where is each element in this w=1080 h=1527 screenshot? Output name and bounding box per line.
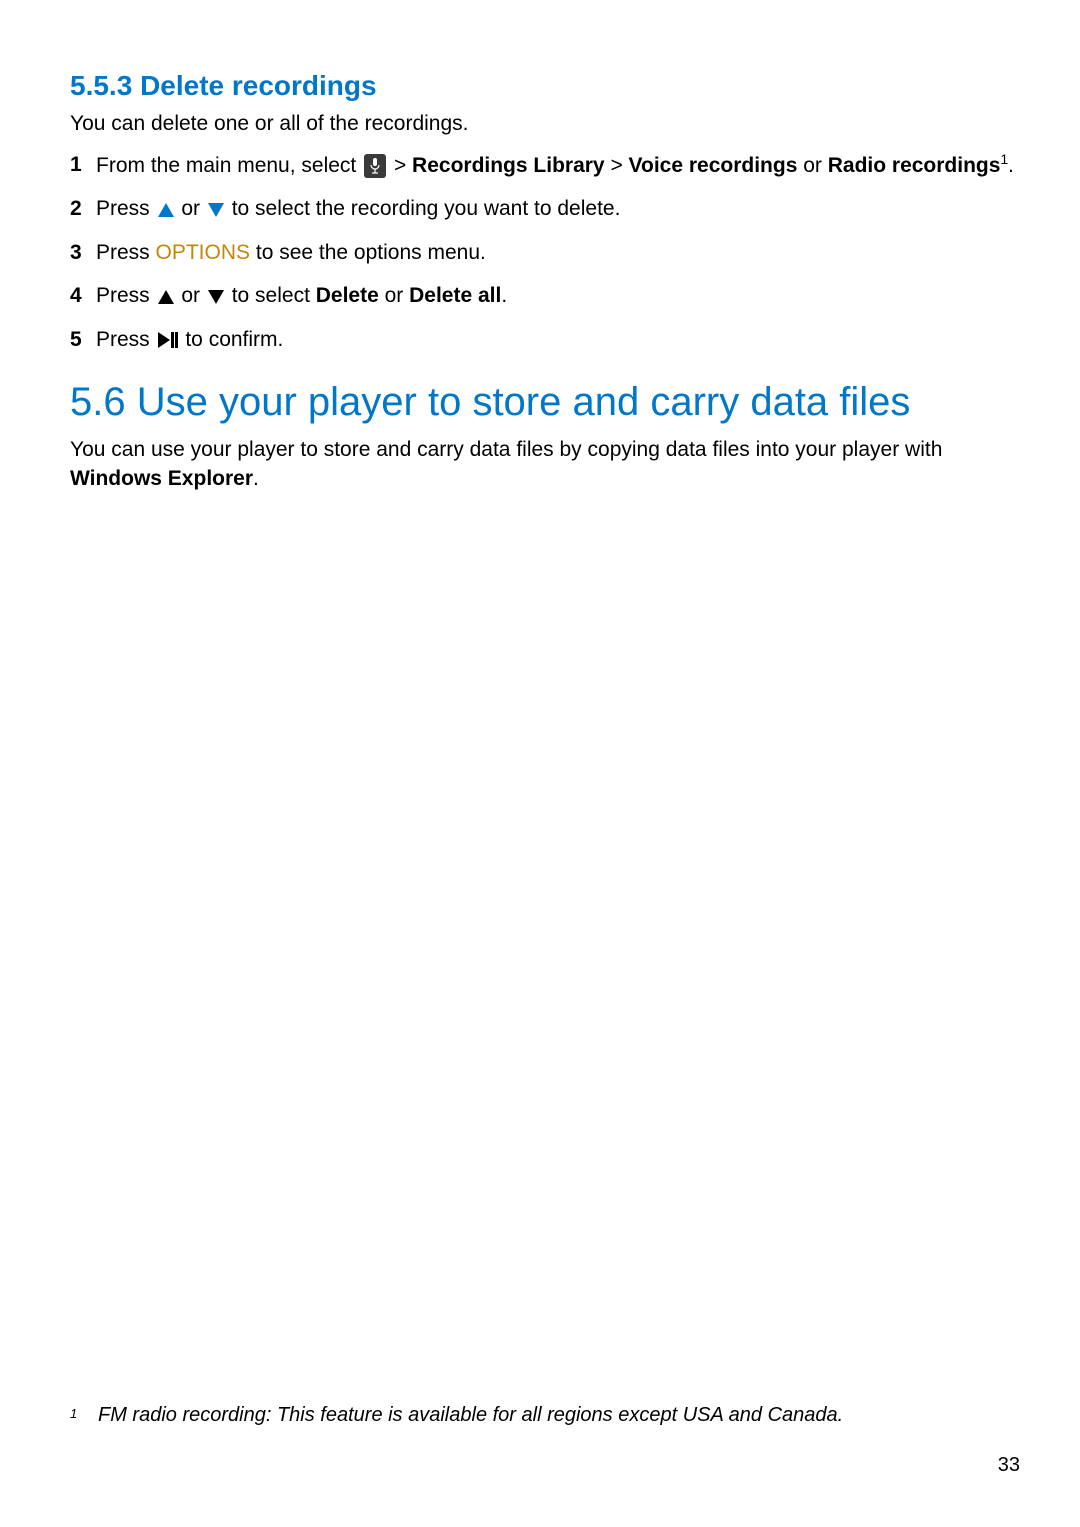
step-body: Press or to select Delete or Delete all. bbox=[96, 281, 1020, 310]
step-2: 2 Press or to select the recording you w… bbox=[70, 194, 1020, 223]
section-number: 5.5.3 bbox=[70, 70, 132, 101]
step-body: Press to confirm. bbox=[96, 325, 1020, 354]
step-body: Press OPTIONS to see the options menu. bbox=[96, 238, 1020, 267]
step-body: Press or to select the recording you wan… bbox=[96, 194, 1020, 223]
step-number: 3 bbox=[70, 238, 96, 267]
step-3: 3 Press OPTIONS to see the options menu. bbox=[70, 238, 1020, 267]
footnote-text: FM radio recording: This feature is avai… bbox=[98, 1404, 843, 1427]
heading-5-6: 5.6 Use your player to store and carry d… bbox=[70, 380, 1020, 425]
footnote-number: 1 bbox=[70, 1404, 98, 1427]
heading-5-5-3: 5.5.3 Delete recordings bbox=[70, 70, 1020, 102]
step-number: 1 bbox=[70, 150, 96, 180]
section-5-6-body: You can use your player to store and car… bbox=[70, 435, 1020, 494]
windows-explorer-label: Windows Explorer bbox=[70, 467, 253, 490]
section-title: Delete recordings bbox=[140, 70, 377, 101]
step-body: From the main menu, select > Recordings … bbox=[96, 150, 1020, 180]
section-number: 5.6 bbox=[70, 380, 126, 424]
footnote: 1 FM radio recording: This feature is av… bbox=[70, 1404, 1020, 1427]
radio-recordings-label: Radio recordings bbox=[828, 154, 1001, 177]
footnote-ref: 1 bbox=[1000, 152, 1008, 167]
up-arrow-icon bbox=[158, 203, 174, 217]
step-number: 4 bbox=[70, 281, 96, 310]
microphone-icon bbox=[364, 154, 386, 178]
play-pause-icon bbox=[158, 332, 178, 348]
steps-list: 1 From the main menu, select > Recording… bbox=[70, 150, 1020, 354]
up-arrow-icon bbox=[158, 290, 174, 304]
down-arrow-icon bbox=[208, 203, 224, 217]
intro-text: You can delete one or all of the recordi… bbox=[70, 112, 1020, 136]
section-title: Use your player to store and carry data … bbox=[137, 380, 911, 424]
step-5: 5 Press to confirm. bbox=[70, 325, 1020, 354]
step-number: 5 bbox=[70, 325, 96, 354]
step-4: 4 Press or to select Delete or Delete al… bbox=[70, 281, 1020, 310]
recordings-library-label: Recordings Library bbox=[412, 154, 605, 177]
down-arrow-icon bbox=[208, 290, 224, 304]
step-number: 2 bbox=[70, 194, 96, 223]
delete-label: Delete bbox=[316, 284, 379, 307]
options-button-label: OPTIONS bbox=[156, 241, 251, 264]
voice-recordings-label: Voice recordings bbox=[629, 154, 798, 177]
step-1: 1 From the main menu, select > Recording… bbox=[70, 150, 1020, 180]
delete-all-label: Delete all bbox=[409, 284, 501, 307]
page-number: 33 bbox=[998, 1454, 1020, 1477]
